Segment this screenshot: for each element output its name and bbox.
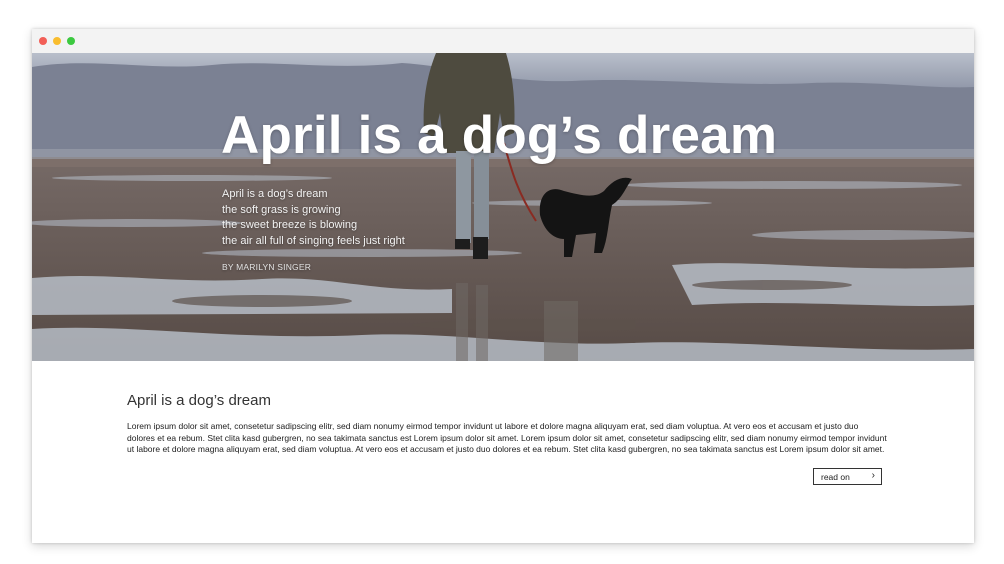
author-byline: BY MARILYN SINGER <box>222 262 312 272</box>
poem-line: the air all full of singing feels just r… <box>222 234 405 247</box>
article-body: Lorem ipsum dolor sit amet, consetetur s… <box>127 421 887 454</box>
browser-window: April is a dog’s dream April is a dog’s … <box>32 29 974 543</box>
read-on-label: read on <box>821 472 850 482</box>
read-on-button[interactable]: read on › <box>813 468 882 485</box>
hero-banner: April is a dog’s dream April is a dog’s … <box>32 53 974 361</box>
poem-line: the sweet breeze is blowing <box>222 219 358 231</box>
hero-title: April is a dog’s dream <box>221 106 778 165</box>
minimize-window-button[interactable] <box>53 37 61 45</box>
article-section: April is a dog’s dream Lorem ipsum dolor… <box>32 361 974 543</box>
hero-image <box>32 53 974 361</box>
poem-excerpt: April is a dog’s dream the soft grass is… <box>222 187 405 249</box>
close-window-button[interactable] <box>39 37 47 45</box>
chevron-right-icon: › <box>871 470 875 481</box>
maximize-window-button[interactable] <box>67 37 75 45</box>
poem-line: the soft grass is growing <box>222 203 341 216</box>
window-titlebar <box>32 29 974 54</box>
article-title: April is a dog’s dream <box>127 392 271 409</box>
poem-line: April is a dog’s dream <box>222 188 328 200</box>
